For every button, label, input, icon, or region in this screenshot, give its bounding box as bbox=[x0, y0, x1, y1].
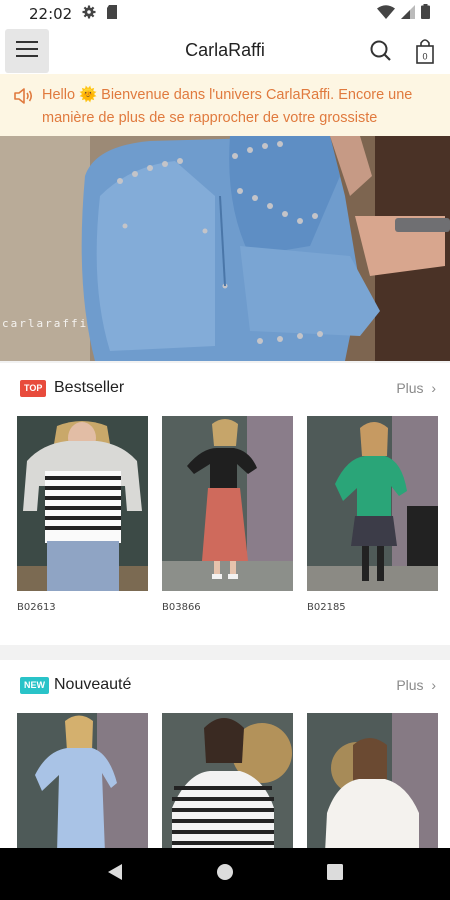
back-icon bbox=[107, 863, 123, 886]
new-arrivals-section: NEW Nouveauté Plus › bbox=[0, 660, 450, 888]
cart-count: 0 bbox=[422, 52, 427, 62]
bestseller-products: B02613 B03866 B02185 bbox=[17, 416, 438, 613]
more-label: Plus bbox=[396, 380, 424, 396]
app-screen: 22:02 CarlaRaffi 0 Hello 🌞 Bienvenue dan… bbox=[0, 0, 450, 900]
bestseller-title: Bestseller bbox=[54, 379, 125, 396]
product-code: B03866 bbox=[162, 602, 201, 613]
system-nav-bar bbox=[0, 848, 450, 900]
product-code: B02185 bbox=[307, 602, 346, 613]
speaker-icon bbox=[14, 87, 34, 110]
product-image bbox=[307, 416, 438, 591]
sd-card-icon bbox=[106, 4, 118, 24]
new-badge: NEW bbox=[20, 677, 49, 694]
shopping-bag-icon: 0 bbox=[412, 39, 438, 69]
new-arrivals-header: NEW Nouveauté Plus › bbox=[0, 660, 450, 710]
top-badge: TOP bbox=[20, 380, 47, 397]
recents-button[interactable] bbox=[315, 854, 355, 894]
product-code: B02613 bbox=[17, 602, 56, 613]
chevron-right-icon: › bbox=[431, 677, 436, 693]
announcement-bar: Hello 🌞 Bienvenue dans l'univers CarlaRa… bbox=[0, 74, 450, 136]
search-icon bbox=[368, 40, 394, 68]
signal-icon bbox=[401, 4, 415, 24]
status-bar: 22:02 bbox=[0, 0, 450, 28]
recents-icon bbox=[327, 863, 343, 885]
home-button[interactable] bbox=[205, 854, 245, 894]
product-card[interactable]: B02613 bbox=[17, 416, 148, 613]
product-card[interactable]: B03866 bbox=[162, 416, 293, 613]
wifi-icon bbox=[377, 4, 395, 24]
app-bar: CarlaRaffi 0 bbox=[0, 28, 450, 74]
new-arrivals-title: Nouveauté bbox=[54, 676, 132, 693]
status-time: 22:02 bbox=[29, 5, 73, 23]
more-label: Plus bbox=[396, 677, 424, 693]
bestseller-header: TOP Bestseller Plus › bbox=[0, 363, 450, 413]
cart-button[interactable]: 0 bbox=[412, 37, 438, 65]
gear-icon bbox=[82, 5, 96, 24]
hero-banner[interactable]: carlaraffi bbox=[0, 136, 450, 361]
bestseller-more-link[interactable]: Plus › bbox=[396, 380, 436, 396]
home-icon bbox=[216, 863, 234, 886]
announcement-text: Hello 🌞 Bienvenue dans l'univers CarlaRa… bbox=[42, 87, 413, 126]
back-button[interactable] bbox=[95, 854, 135, 894]
battery-icon bbox=[421, 4, 430, 24]
banner-watermark: carlaraffi bbox=[2, 317, 89, 330]
search-button[interactable] bbox=[368, 38, 394, 64]
product-image bbox=[162, 416, 293, 591]
chevron-right-icon: › bbox=[431, 380, 436, 396]
product-image bbox=[17, 416, 148, 591]
product-card[interactable]: B02185 bbox=[307, 416, 438, 613]
new-arrivals-more-link[interactable]: Plus › bbox=[396, 677, 436, 693]
bestseller-section: TOP Bestseller Plus › B02613 B03866 B021… bbox=[0, 363, 450, 645]
